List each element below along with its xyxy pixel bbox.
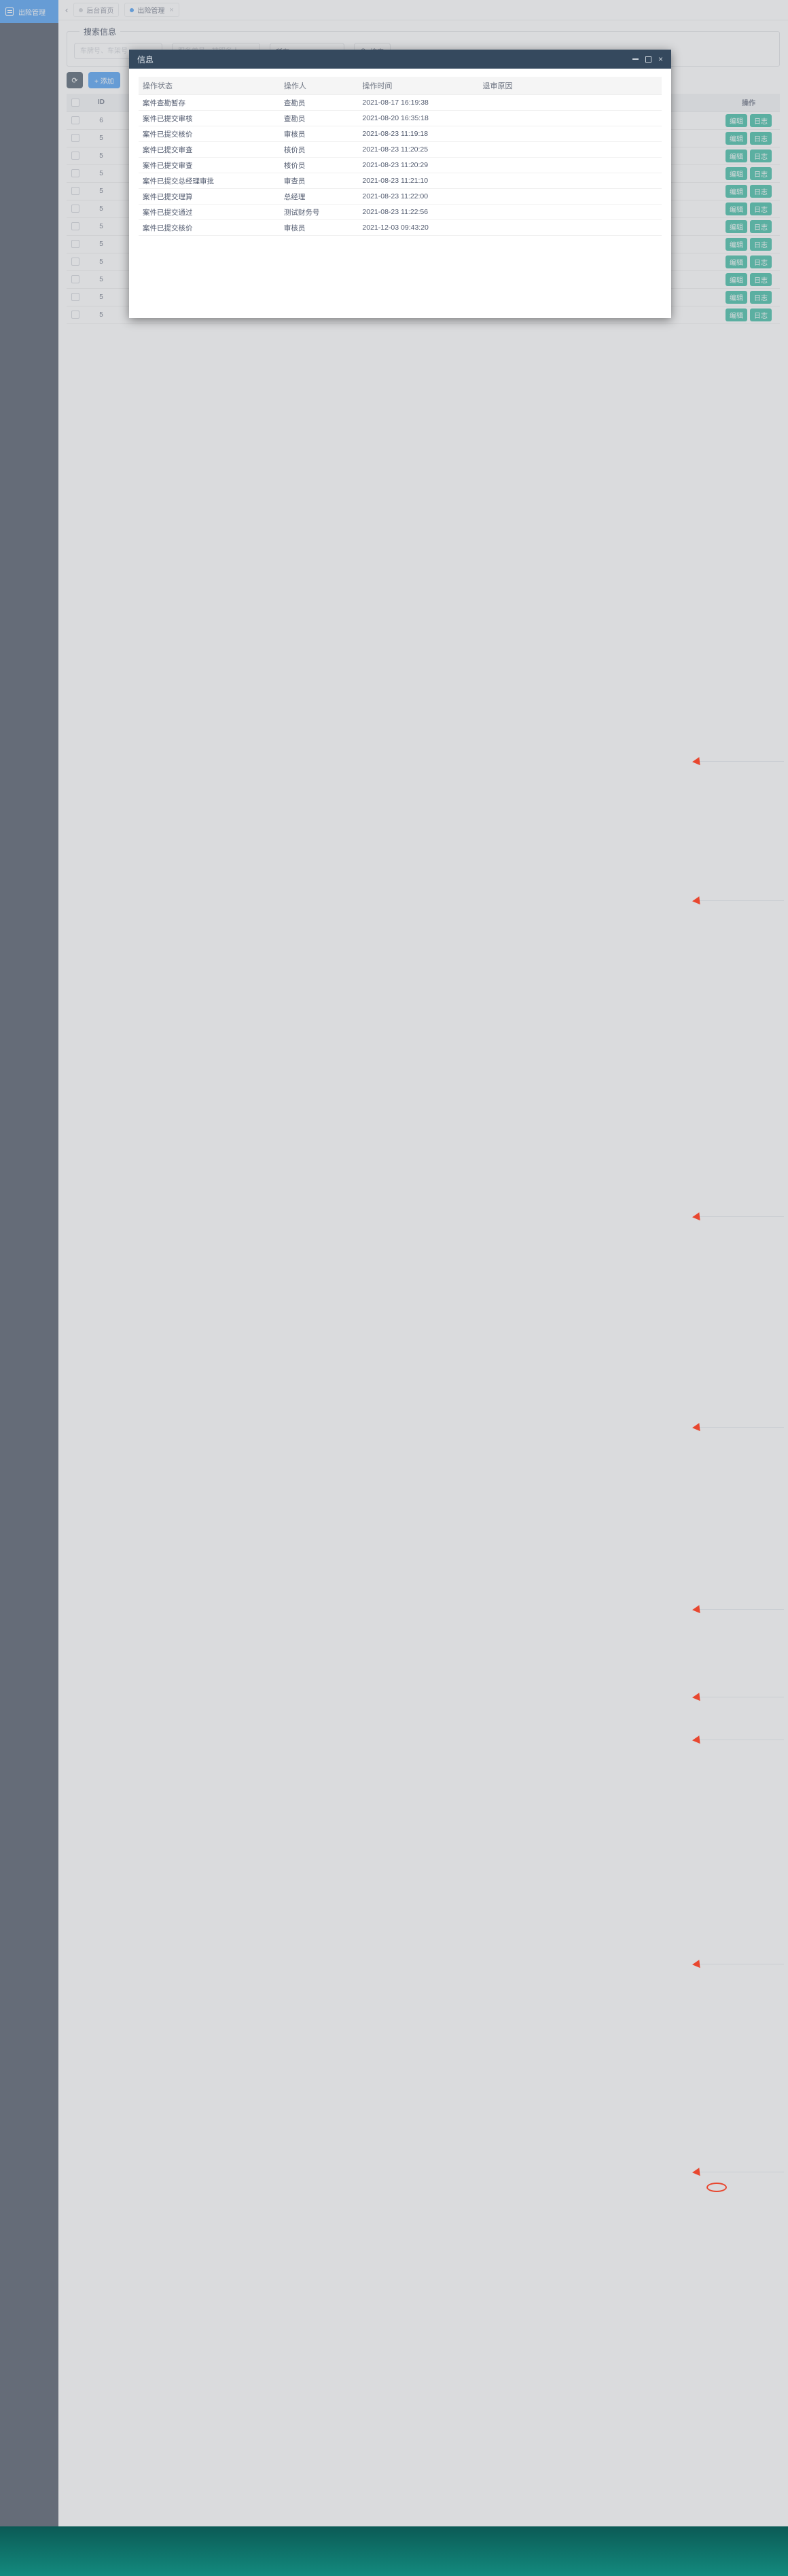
annotation-circle bbox=[706, 2183, 727, 2192]
annotation-arrow bbox=[697, 900, 784, 901]
annotation-arrow bbox=[697, 1427, 784, 1428]
annotation-arrow bbox=[697, 761, 784, 762]
screenshot-log-dialog: 出险管理 ‹ 后台首页 出险管理 × 搜索信息 bbox=[0, 1758, 706, 2088]
annotation-arrow bbox=[697, 1609, 784, 1610]
slide-footer-gradient bbox=[0, 2526, 788, 2576]
presentation-slide: 展示页面 出险管理 ‹ 后台首页 出险管理 × › ⌄ bbox=[0, 0, 788, 2576]
modal-dim-overlay bbox=[0, 1758, 706, 2088]
annotation-arrow bbox=[697, 1216, 784, 1217]
